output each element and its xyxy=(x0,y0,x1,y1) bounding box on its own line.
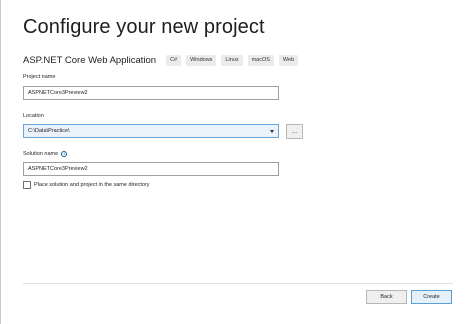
solution-name-input[interactable]: ASPNETCore3Preview2 xyxy=(23,162,279,176)
project-name-input[interactable]: ASPNETCore3Preview2 xyxy=(23,86,279,100)
tag-macos: macOS xyxy=(247,54,274,66)
location-combobox[interactable]: C:\Data\Practice\ xyxy=(23,124,279,138)
back-button[interactable]: Back xyxy=(366,290,407,304)
tag-web: Web xyxy=(278,54,299,66)
template-name: ASP.NET Core Web Application xyxy=(23,54,157,66)
project-name-label: Project name xyxy=(23,74,56,80)
project-name-value: ASPNETCore3Preview2 xyxy=(28,90,88,96)
page-title: Configure your new project xyxy=(23,16,265,38)
solution-name-label: Solution name xyxy=(23,151,59,157)
solution-name-value: ASPNETCore3Preview2 xyxy=(28,166,88,172)
footer-divider xyxy=(23,283,453,284)
tag-csharp: C# xyxy=(166,54,182,66)
location-label: Location xyxy=(23,113,44,119)
browse-button[interactable]: ... xyxy=(286,124,303,139)
same-directory-label: Place solution and project in the same d… xyxy=(34,182,150,188)
info-icon[interactable] xyxy=(61,151,68,157)
template-summary: ASP.NET Core Web Application C# Windows … xyxy=(23,53,299,67)
dialog-window: Configure your new project ASP.NET Core … xyxy=(0,0,474,324)
solution-name-label-row: Solution name xyxy=(23,151,68,157)
create-button[interactable]: Create xyxy=(411,290,452,304)
tag-linux: Linux xyxy=(221,54,243,66)
same-directory-option[interactable]: Place solution and project in the same d… xyxy=(23,181,150,189)
same-directory-checkbox[interactable] xyxy=(23,181,31,189)
location-value: C:\Data\Practice\ xyxy=(28,128,70,134)
chevron-down-icon[interactable] xyxy=(270,129,274,133)
tag-windows: Windows xyxy=(186,54,217,66)
template-tags: C# Windows Linux macOS Web xyxy=(166,54,299,66)
